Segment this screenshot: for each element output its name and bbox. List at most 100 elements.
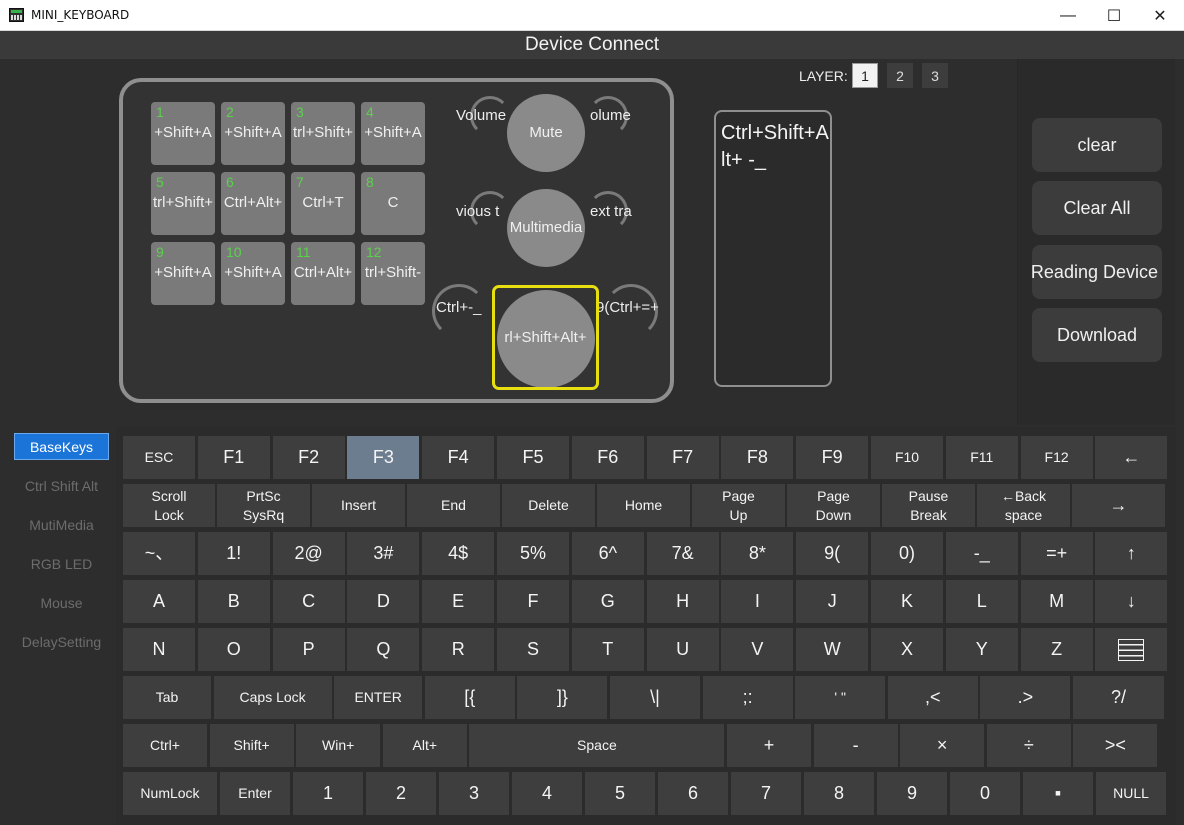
key-u[interactable]: U (646, 628, 719, 671)
key-sym-1-10[interactable]: → (1072, 484, 1165, 527)
key-f3[interactable]: F3 (347, 436, 420, 479)
key-t[interactable]: T (571, 628, 644, 671)
device-key-2[interactable]: 2 +Shift+A (221, 102, 285, 165)
key-f9[interactable]: F9 (796, 436, 869, 479)
key-a[interactable]: A (123, 580, 195, 623)
key-delete[interactable]: Delete (502, 484, 595, 527)
key-null[interactable]: NULL (1096, 772, 1166, 815)
key-2[interactable]: 2 (366, 772, 436, 815)
key-3[interactable]: 3# (347, 532, 420, 575)
key-k[interactable]: K (871, 580, 943, 623)
key-shift[interactable]: Shift+ (209, 724, 294, 767)
key-sym-6-9[interactable]: >< (1073, 724, 1158, 767)
key-f12[interactable]: F12 (1020, 436, 1093, 479)
key-win[interactable]: Win+ (296, 724, 381, 767)
key-i[interactable]: I (721, 580, 794, 623)
key-scroll-lock[interactable]: Scroll Lock (123, 484, 215, 527)
key-tab[interactable]: Tab (123, 676, 211, 719)
key-f[interactable]: F (497, 580, 569, 623)
maximize-button[interactable]: ☐ (1091, 0, 1137, 31)
key-w[interactable]: W (796, 628, 869, 671)
device-key-12[interactable]: 12 trl+Shift- (361, 242, 425, 305)
key-sym-2-12[interactable]: =+ (1020, 532, 1093, 575)
key-1[interactable]: 1 (293, 772, 363, 815)
key-f4[interactable]: F4 (422, 436, 495, 479)
key-end[interactable]: End (407, 484, 500, 527)
device-connect-title[interactable]: Device Connect (0, 34, 1184, 56)
key-numlock[interactable]: NumLock (123, 772, 217, 815)
key-enter[interactable]: Enter (220, 772, 290, 815)
close-button[interactable]: ✕ (1137, 0, 1183, 31)
key-f2[interactable]: F2 (272, 436, 345, 479)
key-f10[interactable]: F10 (871, 436, 943, 479)
key-4[interactable]: 4 (512, 772, 582, 815)
key-4[interactable]: 4$ (422, 532, 495, 575)
key-sym-6-5[interactable]: + (727, 724, 811, 767)
key-8[interactable]: 8 (804, 772, 874, 815)
key-r[interactable]: R (422, 628, 495, 671)
device-key-8[interactable]: 8C (361, 172, 425, 235)
key-home[interactable]: Home (597, 484, 690, 527)
key-enter[interactable]: ENTER (334, 676, 423, 719)
key-sym-2-13[interactable]: ↑ (1095, 532, 1168, 575)
key-3[interactable]: 3 (439, 772, 509, 815)
key-back-space[interactable]: ←Back space (977, 484, 1070, 527)
layer-3-button[interactable]: 3 (922, 63, 948, 88)
device-key-1[interactable]: 1 +Shift+A (151, 102, 215, 165)
key-q[interactable]: Q (347, 628, 420, 671)
key-page-up[interactable]: Page Up (692, 484, 785, 527)
key-1[interactable]: 1! (197, 532, 270, 575)
key-6[interactable]: 6 (658, 772, 728, 815)
sidebar-item-rgb-led[interactable]: RGB LED (14, 550, 109, 577)
key-space[interactable]: Space (469, 724, 725, 767)
sidebar-item-mutimedia[interactable]: MutiMedia (14, 511, 109, 538)
key-sym-5-5[interactable]: \| (610, 676, 700, 719)
key-2[interactable]: 2@ (272, 532, 345, 575)
sidebar-item-mouse[interactable]: Mouse (14, 589, 109, 616)
key-0[interactable]: 0 (950, 772, 1020, 815)
key-ctrl[interactable]: Ctrl+ (123, 724, 207, 767)
key-z[interactable]: Z (1020, 628, 1093, 671)
key-sym-5-4[interactable]: ]} (517, 676, 608, 719)
clear-button[interactable]: clear (1032, 118, 1162, 172)
key-9[interactable]: 9 (877, 772, 947, 815)
key--[interactable]: -_ (945, 532, 1018, 575)
key-j[interactable]: J (796, 580, 869, 623)
key-6[interactable]: 6^ (571, 532, 644, 575)
key-alt[interactable]: Alt+ (382, 724, 467, 767)
key-0[interactable]: 0) (871, 532, 943, 575)
device-key-5[interactable]: 5 trl+Shift+ (151, 172, 215, 235)
key-menu[interactable] (1095, 628, 1168, 671)
minimize-button[interactable]: — (1045, 0, 1091, 31)
key-e[interactable]: E (422, 580, 495, 623)
key-7[interactable]: 7 (731, 772, 801, 815)
key-5[interactable]: 5% (497, 532, 569, 575)
layer-2-button[interactable]: 2 (887, 63, 913, 88)
key-f7[interactable]: F7 (646, 436, 719, 479)
key-sym-2-0[interactable]: ~、 (123, 532, 195, 575)
device-key-6[interactable]: 6 Ctrl+Alt+ (221, 172, 285, 235)
key-page-down[interactable]: Page Down (787, 484, 880, 527)
key-5[interactable]: 5 (585, 772, 655, 815)
key-prtsc-sysrq[interactable]: PrtSc SysRq (217, 484, 310, 527)
clear-all-button[interactable]: Clear All (1032, 181, 1162, 235)
key-f6[interactable]: F6 (571, 436, 644, 479)
device-key-10[interactable]: 10 +Shift+A (221, 242, 285, 305)
sidebar-item-ctrl-shift-alt[interactable]: Ctrl Shift Alt (14, 472, 109, 499)
download-button[interactable]: Download (1032, 308, 1162, 362)
device-key-4[interactable]: 4 +Shift+A (361, 102, 425, 165)
key-insert[interactable]: Insert (312, 484, 405, 527)
sidebar-item-delaysetting[interactable]: DelaySetting (14, 628, 109, 655)
key-7[interactable]: 7& (646, 532, 719, 575)
key-caps-lock[interactable]: Caps Lock (213, 676, 332, 719)
key-sym-0-13[interactable]: ← (1095, 436, 1168, 479)
key-sym-5-3[interactable]: [{ (424, 676, 515, 719)
key-h[interactable]: H (646, 580, 719, 623)
key-n[interactable]: N (123, 628, 195, 671)
key-sym-3-13[interactable]: ↓ (1095, 580, 1168, 623)
key-l[interactable]: L (945, 580, 1018, 623)
device-key-9[interactable]: 9 +Shift+A (151, 242, 215, 305)
key-9[interactable]: 9( (796, 532, 869, 575)
key-sym-7-12[interactable]: ▪ (1023, 772, 1093, 815)
key-v[interactable]: V (721, 628, 794, 671)
